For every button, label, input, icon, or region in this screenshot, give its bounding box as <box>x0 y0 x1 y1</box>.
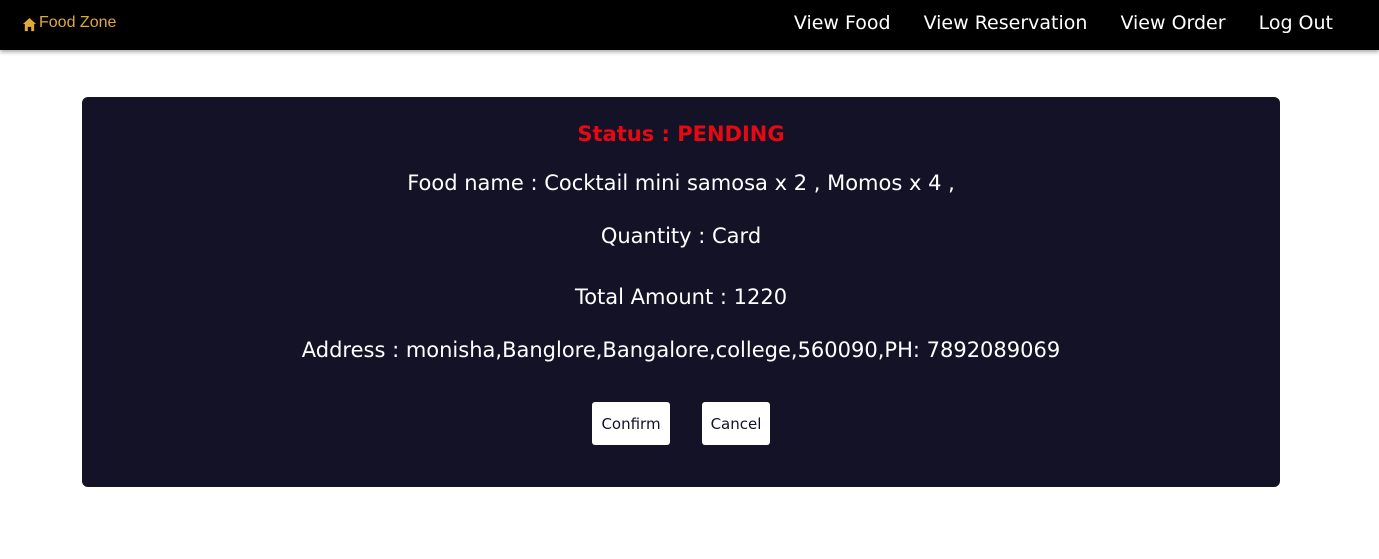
nav-view-order[interactable]: View Order <box>1120 12 1225 34</box>
order-quantity: Quantity : Card <box>600 224 762 248</box>
brand-name: Food Zone <box>39 14 117 31</box>
brand-logo[interactable]: Food Zone <box>22 14 116 32</box>
nav-links: View Food View Reservation View Order Lo… <box>761 12 1333 34</box>
order-status: Status : PENDING <box>577 122 785 146</box>
top-navbar: Food Zone View Food View Reservation Vie… <box>0 0 1379 50</box>
order-total-amount: Total Amount : 1220 <box>574 285 788 309</box>
order-card: Status : PENDING Food name : Cocktail mi… <box>82 97 1280 487</box>
nav-view-reservation[interactable]: View Reservation <box>924 12 1088 34</box>
order-address: Address : monisha,Banglore,Bangalore,col… <box>301 338 1061 362</box>
order-food-name: Food name : Cocktail mini samosa x 2 , M… <box>407 171 955 195</box>
nav-log-out[interactable]: Log Out <box>1259 12 1333 34</box>
home-icon <box>22 17 37 32</box>
cancel-button[interactable]: Cancel <box>702 402 770 445</box>
nav-view-food[interactable]: View Food <box>794 12 891 34</box>
confirm-button[interactable]: Confirm <box>592 402 670 445</box>
